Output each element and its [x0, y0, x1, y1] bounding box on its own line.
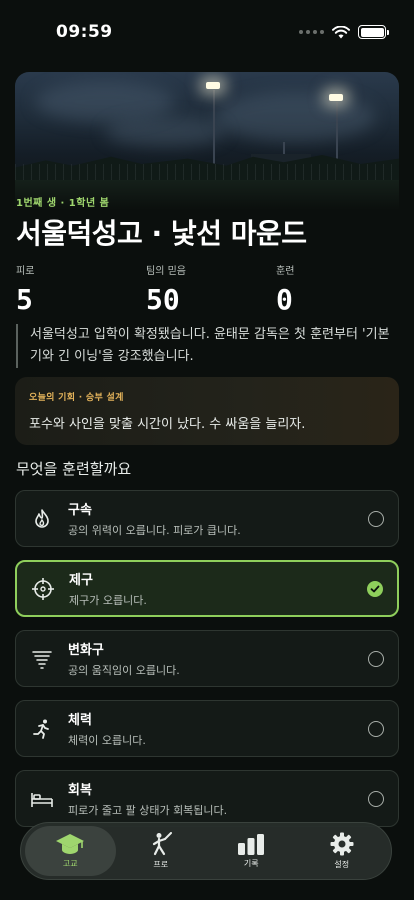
gear-icon — [330, 832, 354, 856]
tab-records[interactable]: 기록 — [206, 826, 297, 876]
tab-label: 설정 — [334, 860, 350, 869]
training-option-breaking-ball[interactable]: 변화구 공의 움직임이 오릅니다. — [15, 630, 399, 687]
radio-button-checked[interactable] — [367, 580, 383, 597]
bed-icon — [30, 787, 54, 811]
option-desc: 체력이 오릅니다. — [68, 734, 146, 747]
bottom-tab-bar: 고교 프로 기록 설정 — [20, 822, 392, 880]
training-option-control[interactable]: 제구 제구가 오릅니다. — [15, 560, 399, 617]
stat-team-trust: 팀의 믿음 50 — [146, 262, 186, 316]
stat-label: 팀의 믿음 — [146, 266, 186, 277]
status-bar: 09:59 — [0, 0, 414, 64]
tab-pro[interactable]: 프로 — [116, 826, 207, 876]
signal-dots-icon — [299, 30, 324, 34]
option-desc: 공의 움직임이 오릅니다. — [68, 664, 180, 677]
training-option-recovery[interactable]: 회복 피로가 줄고 팔 상태가 회복됩니다. — [15, 770, 399, 827]
radio-button[interactable] — [368, 510, 384, 527]
radio-button[interactable] — [368, 650, 384, 667]
option-name: 회복 — [68, 783, 92, 798]
option-name: 체력 — [68, 713, 92, 728]
training-option-velocity[interactable]: 구속 공의 위력이 오릅니다. 피로가 큽니다. — [15, 490, 399, 547]
flame-icon — [30, 507, 54, 531]
stat-value: 0 — [276, 283, 293, 316]
stat-training: 훈련 0 — [276, 262, 294, 316]
page-title: 서울덕성고 · 낯선 마운드 — [16, 217, 307, 250]
option-name: 제구 — [69, 573, 93, 588]
tab-label: 프로 — [153, 860, 169, 869]
status-icons — [299, 25, 389, 39]
option-desc: 피로가 줄고 팔 상태가 회복됩니다. — [68, 804, 228, 817]
stat-fatigue: 피로 5 — [16, 262, 34, 316]
baseball-player-icon — [152, 832, 172, 856]
status-time: 09:59 — [56, 22, 113, 42]
tab-high-school[interactable]: 고교 — [25, 826, 116, 876]
stat-label: 훈련 — [276, 266, 295, 277]
season-label: 1번째 생 · 1학년 봄 — [16, 198, 110, 209]
training-section-title: 무엇을 훈련할까요 — [16, 460, 132, 478]
option-desc: 공의 위력이 오릅니다. 피로가 큽니다. — [68, 524, 241, 537]
checkmark-icon — [370, 585, 380, 592]
stat-label: 피로 — [16, 266, 35, 277]
option-desc: 제구가 오릅니다. — [69, 594, 147, 607]
tab-label: 기록 — [243, 859, 259, 868]
tab-settings[interactable]: 설정 — [297, 826, 388, 876]
stat-value: 50 — [146, 283, 180, 316]
crosshair-icon — [31, 577, 55, 601]
hero-stadium-image — [15, 72, 399, 210]
battery-icon — [358, 25, 389, 39]
radio-button[interactable] — [368, 790, 384, 807]
chance-label: 오늘의 기회 · 승부 설계 — [29, 393, 124, 403]
running-icon — [30, 717, 54, 741]
stat-value: 5 — [16, 283, 33, 316]
tornado-icon — [30, 647, 54, 671]
option-name: 변화구 — [68, 643, 104, 658]
graduation-cap-icon — [56, 834, 85, 854]
tab-label: 고교 — [62, 859, 78, 868]
radio-button[interactable] — [368, 720, 384, 737]
daily-chance-card: 오늘의 기회 · 승부 설계 포수와 사인을 맞출 시간이 났다. 수 싸움을 … — [15, 377, 399, 445]
option-name: 구속 — [68, 503, 92, 518]
chance-text: 포수와 사인을 맞출 시간이 났다. 수 싸움을 늘리자. — [29, 417, 306, 432]
training-option-stamina[interactable]: 체력 체력이 오릅니다. — [15, 700, 399, 757]
bar-chart-icon — [238, 834, 265, 855]
wifi-icon — [332, 25, 350, 38]
story-text: 서울덕성고 입학이 확정됐습니다. 윤태문 감독은 첫 훈련부터 '기본기와 긴… — [16, 324, 400, 368]
